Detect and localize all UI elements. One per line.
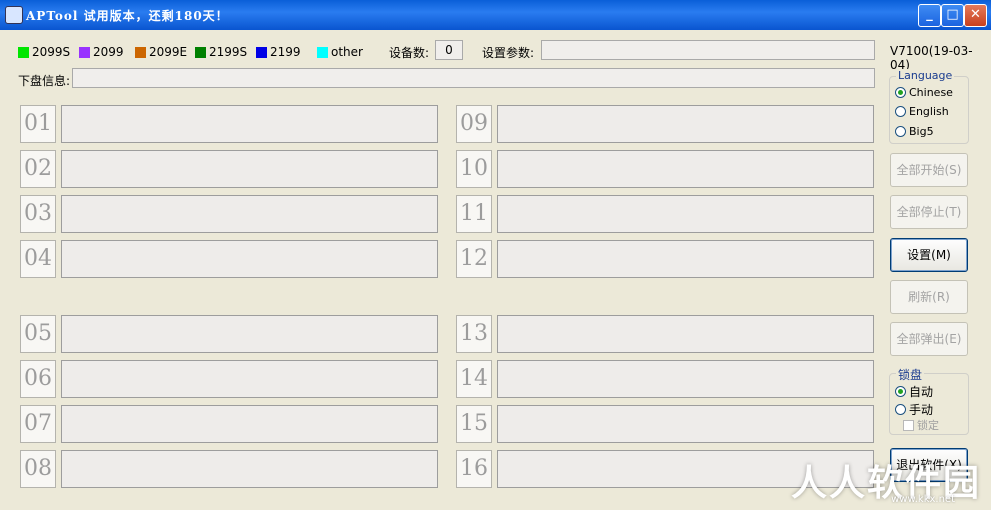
- language-group: Language Chinese English Big5: [889, 69, 969, 144]
- settings-param-label: 设置参数:: [482, 46, 535, 60]
- slot-status-box: [497, 195, 874, 233]
- slot-number: 04: [20, 240, 56, 278]
- legend-2099: 2099: [79, 44, 124, 60]
- slot-number: 10: [456, 150, 492, 188]
- slot-status-box: [61, 315, 438, 353]
- legend-swatch: [79, 46, 90, 58]
- lock-radio-auto[interactable]: 自动: [895, 383, 933, 400]
- legend-2099e: 2099E: [135, 44, 187, 60]
- slot-number: 15: [456, 405, 492, 443]
- device-count-field: 0: [435, 40, 463, 60]
- lock-checkbox[interactable]: 锁定: [903, 417, 939, 433]
- slot-number: 11: [456, 195, 492, 233]
- radio-label: 自动: [909, 385, 934, 399]
- legend-swatch: [256, 46, 267, 58]
- eject-all-button[interactable]: 全部弹出(E): [890, 322, 968, 356]
- version-label: V7100(19-03-04): [890, 44, 973, 72]
- slot-number: 08: [20, 450, 56, 488]
- checkbox-label: 锁定: [917, 419, 939, 432]
- slot-status-box: [497, 240, 874, 278]
- radio-selected-icon: [895, 87, 906, 98]
- legend-2199: 2199: [256, 44, 301, 60]
- download-info-field: [72, 68, 875, 88]
- legend-label: other: [331, 45, 363, 59]
- slot-status-box: [497, 315, 874, 353]
- slot-status-box: [497, 150, 874, 188]
- slot-status-box: [61, 240, 438, 278]
- slot-number: 02: [20, 150, 56, 188]
- lock-group-title: 锁盘: [896, 366, 925, 383]
- slot-status-box: [61, 105, 438, 143]
- slot-number: 03: [20, 195, 56, 233]
- checkbox-icon: [903, 419, 914, 431]
- legend-swatch: [135, 46, 146, 58]
- app-icon: [5, 6, 23, 24]
- slot-status-box: [497, 450, 874, 488]
- slot-status-box: [61, 450, 438, 488]
- exit-button[interactable]: 退出软件(X): [890, 448, 968, 482]
- title-bar: APTool 试用版本，还剩180天！ _ □ ✕: [0, 0, 991, 30]
- legend-2199s: 2199S: [195, 44, 247, 60]
- radio-label: 手动: [909, 403, 934, 417]
- slot-status-box: [497, 360, 874, 398]
- slot-number: 16: [456, 450, 492, 488]
- slot-number: 12: [456, 240, 492, 278]
- start-all-button[interactable]: 全部开始(S): [890, 153, 968, 187]
- radio-icon: [895, 404, 906, 415]
- radio-icon: [895, 126, 906, 137]
- stop-all-button[interactable]: 全部停止(T): [890, 195, 968, 229]
- language-radio-chinese[interactable]: Chinese: [895, 86, 953, 99]
- legend-swatch: [18, 46, 29, 58]
- lock-radio-manual[interactable]: 手动: [895, 401, 933, 418]
- language-radio-big5[interactable]: Big5: [895, 125, 934, 138]
- legend-label: 2199S: [209, 45, 248, 59]
- close-button[interactable]: ✕: [964, 4, 987, 27]
- settings-param-field: [541, 40, 875, 60]
- language-group-title: Language: [896, 69, 955, 82]
- legend-2099s: 2099S: [18, 44, 70, 60]
- slot-number: 07: [20, 405, 56, 443]
- language-radio-english[interactable]: English: [895, 105, 949, 118]
- minimize-button[interactable]: _: [918, 4, 941, 27]
- radio-icon: [895, 106, 906, 117]
- slot-number: 01: [20, 105, 56, 143]
- slot-number: 06: [20, 360, 56, 398]
- legend-other: other: [317, 44, 363, 60]
- radio-label: Chinese: [909, 86, 953, 99]
- slot-number: 05: [20, 315, 56, 353]
- slot-status-box: [497, 105, 874, 143]
- legend-swatch: [195, 46, 206, 58]
- legend-swatch: [317, 46, 328, 58]
- download-info-label: 下盘信息:: [18, 74, 71, 88]
- main-window-client: 2099S 2099 2099E 2199S 2199 other 设备数: 0…: [3, 30, 988, 507]
- slot-number: 09: [456, 105, 492, 143]
- radio-selected-icon: [895, 386, 906, 397]
- lock-group: 锁盘 自动 手动 锁定: [889, 366, 969, 435]
- settings-button[interactable]: 设置(M): [890, 238, 968, 272]
- slot-status-box: [61, 405, 438, 443]
- legend-label: 2099: [93, 45, 124, 59]
- legend-label: 2099S: [32, 45, 71, 59]
- slot-status-box: [61, 360, 438, 398]
- legend-label: 2099E: [149, 45, 188, 59]
- device-count-label: 设备数:: [389, 46, 430, 60]
- maximize-button[interactable]: □: [941, 4, 964, 27]
- slot-status-box: [61, 150, 438, 188]
- radio-label: Big5: [909, 125, 934, 138]
- radio-label: English: [909, 105, 949, 118]
- window-title: APTool 试用版本，还剩180天！: [26, 9, 229, 23]
- legend-label: 2199: [270, 45, 301, 59]
- slot-status-box: [497, 405, 874, 443]
- slot-number: 14: [456, 360, 492, 398]
- slot-number: 13: [456, 315, 492, 353]
- refresh-button[interactable]: 刷新(R): [890, 280, 968, 314]
- slot-status-box: [61, 195, 438, 233]
